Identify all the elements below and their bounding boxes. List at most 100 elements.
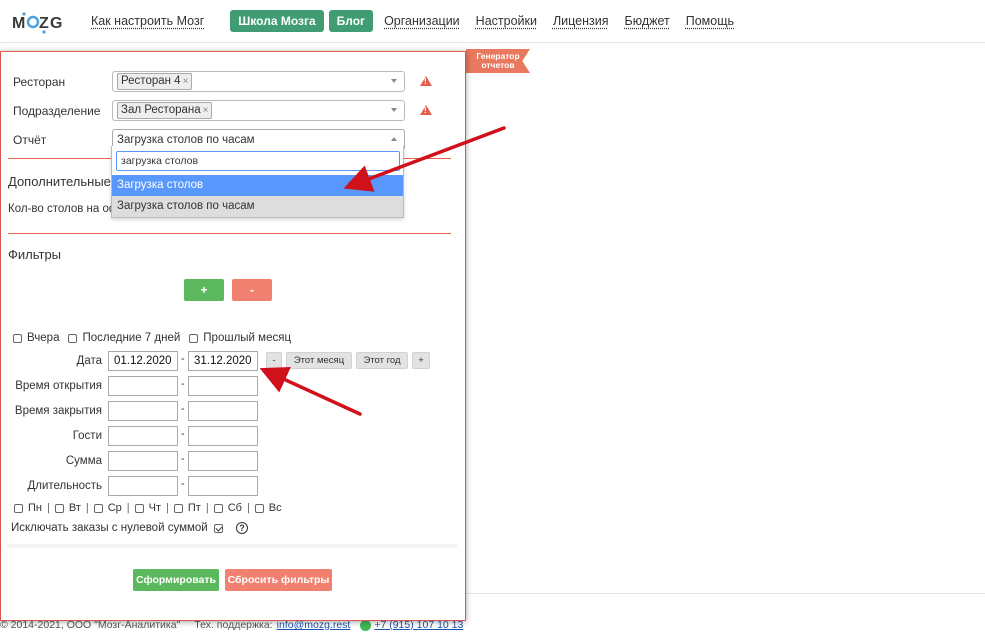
- division-tag: Зал Ресторана ×: [117, 102, 213, 119]
- checkbox[interactable]: [173, 503, 183, 513]
- day-separator: |: [85, 502, 89, 514]
- report-select-value: Загрузка столов по часам: [117, 133, 255, 146]
- day-separator: |: [205, 502, 209, 514]
- open-time-from-input[interactable]: [108, 376, 178, 396]
- day-separator: |: [46, 502, 50, 514]
- duration-label: Длительность: [27, 480, 102, 492]
- add-filter-button[interactable]: +: [184, 279, 224, 301]
- guests-to-input[interactable]: [188, 426, 258, 446]
- nav-how-to-setup[interactable]: Как настроить Мозг: [91, 14, 204, 28]
- range-dash: -: [181, 428, 185, 440]
- sum-from-input[interactable]: [108, 451, 178, 471]
- report-search-input[interactable]: [116, 151, 400, 171]
- range-dash: -: [181, 478, 185, 490]
- svg-text:Z: Z: [39, 15, 49, 32]
- chevron-up-icon: [391, 137, 397, 141]
- checkbox[interactable]: [14, 503, 23, 513]
- top-navbar: M Z G Как настроить Мозг Школа Мозга Бло…: [0, 0, 985, 43]
- day-separator: |: [246, 502, 250, 514]
- day-mon[interactable]: Пн: [14, 502, 42, 514]
- exclude-zero-sum-checkbox[interactable]: [213, 523, 223, 533]
- filters-heading: Фильтры: [8, 247, 62, 262]
- tag-remove-icon[interactable]: ×: [203, 105, 209, 116]
- ribbon-line2: отчетов: [481, 60, 515, 70]
- duration-filter-row: Длительность -: [0, 476, 466, 496]
- quick-last-7-days[interactable]: Последние 7 дней: [68, 332, 180, 344]
- nav-school[interactable]: Школа Мозга: [230, 10, 324, 32]
- checkbox[interactable]: [213, 503, 223, 513]
- warning-icon: [420, 76, 432, 86]
- duration-to-input[interactable]: [188, 476, 258, 496]
- division-select[interactable]: Зал Ресторана ×: [112, 100, 405, 121]
- exclude-zero-sum-label: Исключать заказы с нулевой суммой: [11, 522, 208, 534]
- date-next-button[interactable]: +: [412, 352, 430, 369]
- report-option-table-load[interactable]: Загрузка столов: [112, 175, 403, 196]
- division-label: Подразделение: [13, 104, 101, 118]
- sum-to-input[interactable]: [188, 451, 258, 471]
- restaurant-label: Ресторан: [13, 75, 66, 89]
- sum-label: Сумма: [65, 455, 102, 467]
- nav-help[interactable]: Помощь: [686, 14, 734, 28]
- main-nav: Как настроить Мозг Школа Мозга Блог Орга…: [91, 10, 750, 32]
- weekday-filter: Пн | Вт | Ср | Чт | Пт | Сб | Вс: [14, 502, 287, 514]
- nav-organizations[interactable]: Организации: [384, 14, 460, 28]
- reset-filters-button[interactable]: Сбросить фильтры: [225, 569, 332, 591]
- open-time-to-input[interactable]: [188, 376, 258, 396]
- day-fri[interactable]: Пт: [173, 502, 201, 514]
- day-separator: |: [126, 502, 130, 514]
- guests-label: Гости: [72, 430, 102, 442]
- mozg-logo[interactable]: M Z G: [11, 10, 63, 34]
- warning-icon: [420, 105, 432, 115]
- report-generator-ribbon[interactable]: Генератор отчетов: [466, 49, 530, 73]
- close-time-from-input[interactable]: [108, 401, 178, 421]
- quick-yesterday[interactable]: Вчера: [13, 332, 59, 344]
- this-month-button[interactable]: Этот месяц: [286, 352, 352, 369]
- additional-params-heading: Дополнительные: [8, 174, 111, 189]
- this-year-button[interactable]: Этот год: [356, 352, 408, 369]
- remove-filter-button[interactable]: -: [232, 279, 272, 301]
- day-wed[interactable]: Ср: [93, 502, 122, 514]
- range-dash: -: [181, 378, 185, 390]
- restaurant-select[interactable]: Ресторан 4 ×: [112, 71, 405, 92]
- checkbox[interactable]: [134, 503, 144, 513]
- whatsapp-icon: [360, 619, 372, 631]
- nav-settings[interactable]: Настройки: [476, 14, 537, 28]
- date-filter-row: Дата - - Этот месяц Этот год +: [0, 351, 466, 371]
- close-time-label: Время закрытия: [14, 405, 102, 417]
- close-time-to-input[interactable]: [188, 401, 258, 421]
- range-dash: -: [181, 353, 185, 365]
- date-prev-button[interactable]: -: [266, 352, 282, 369]
- report-option-table-load-hourly[interactable]: Загрузка столов по часам: [112, 196, 403, 217]
- day-tue[interactable]: Вт: [54, 502, 81, 514]
- generate-report-button[interactable]: Сформировать: [133, 569, 219, 591]
- tag-remove-icon[interactable]: ×: [183, 76, 189, 87]
- range-dash: -: [181, 453, 185, 465]
- checkbox[interactable]: [189, 333, 199, 343]
- guests-from-input[interactable]: [108, 426, 178, 446]
- report-label: Отчёт: [13, 133, 47, 147]
- day-thu[interactable]: Чт: [134, 502, 161, 514]
- section-divider: [8, 233, 451, 234]
- chevron-down-icon: [391, 79, 397, 83]
- guests-filter-row: Гости -: [0, 426, 466, 446]
- quick-last-month[interactable]: Прошлый месяц: [189, 332, 291, 344]
- nav-blog[interactable]: Блог: [328, 10, 374, 32]
- checkbox[interactable]: [68, 333, 78, 343]
- checkbox[interactable]: [254, 503, 264, 513]
- day-sat[interactable]: Сб: [213, 502, 242, 514]
- open-time-label: Время открытия: [15, 380, 102, 392]
- date-from-input[interactable]: [108, 351, 178, 371]
- nav-budget[interactable]: Бюджет: [625, 14, 670, 28]
- exclude-zero-sum-option[interactable]: Исключать заказы с нулевой суммой: [11, 522, 228, 534]
- svg-text:M: M: [12, 15, 26, 32]
- help-icon[interactable]: ?: [236, 522, 248, 534]
- nav-license[interactable]: Лицензия: [553, 14, 609, 28]
- checkbox[interactable]: [13, 333, 22, 343]
- date-to-input[interactable]: [188, 351, 258, 371]
- day-sun[interactable]: Вс: [254, 502, 282, 514]
- checkbox[interactable]: [54, 503, 64, 513]
- date-label: Дата: [76, 355, 102, 367]
- tables-count-label: Кол-во столов на оф: [8, 203, 119, 215]
- duration-from-input[interactable]: [108, 476, 178, 496]
- checkbox[interactable]: [93, 503, 103, 513]
